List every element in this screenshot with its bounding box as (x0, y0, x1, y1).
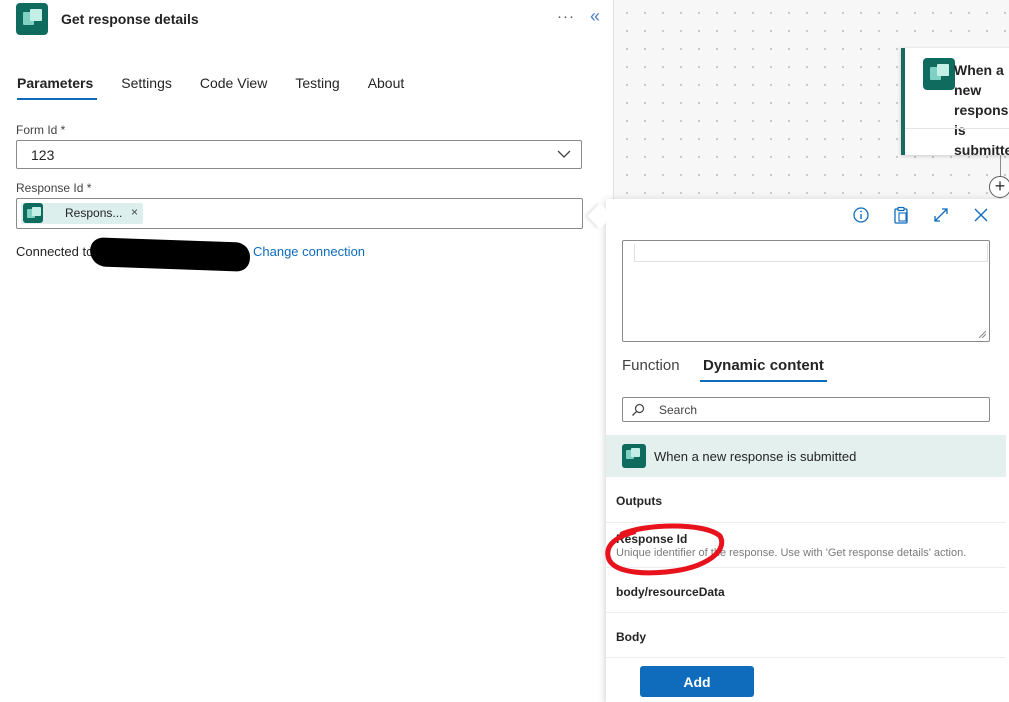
dynamic-item-response-id[interactable]: Response Id Unique identifier of the res… (606, 523, 1006, 568)
item-description: Unique identifier of the response. Use w… (616, 547, 967, 559)
search-placeholder: Search (659, 403, 698, 417)
forms-app-icon (23, 203, 43, 223)
add-button[interactable]: Add (640, 666, 754, 697)
trigger-section-header: When a new response is submitted (606, 435, 1006, 477)
forms-app-icon (16, 3, 48, 35)
response-id-label: Response Id * (16, 181, 92, 195)
dynamic-item-body[interactable]: Body (606, 613, 1006, 658)
item-title: Response Id (616, 532, 688, 546)
item-title: Outputs (616, 494, 662, 508)
tab-function[interactable]: Function (622, 357, 680, 374)
item-title: Body (616, 630, 646, 644)
trigger-card-footer (905, 128, 1009, 129)
expression-input-line (634, 244, 988, 262)
tab-testing[interactable]: Testing (295, 74, 339, 102)
redacted-account-name (89, 237, 251, 272)
forms-app-icon (622, 444, 646, 468)
expand-icon[interactable] (932, 206, 950, 224)
collapse-panel-icon[interactable]: « (590, 6, 600, 27)
flyout-toolbar (606, 199, 1009, 233)
remove-token-icon[interactable]: × (131, 205, 138, 219)
insert-step-button[interactable]: + (989, 176, 1009, 198)
tab-parameters[interactable]: Parameters (17, 74, 98, 102)
response-id-field[interactable]: Respons... × (16, 198, 583, 229)
tab-code-view[interactable]: Code View (200, 74, 267, 102)
form-id-label: Form Id * (16, 123, 66, 137)
trigger-card[interactable]: When a new response is submitted (901, 48, 1009, 158)
trigger-section-title: When a new response is submitted (654, 449, 857, 464)
dynamic-item-outputs[interactable]: Outputs (606, 477, 1006, 523)
tab-dynamic-content[interactable]: Dynamic content (700, 357, 827, 382)
connected-to-label: Connected to (16, 244, 94, 259)
action-details-panel: Get response details ··· « Parameters Se… (0, 0, 614, 702)
response-id-token[interactable]: Respons... × (21, 203, 143, 224)
info-icon[interactable] (852, 206, 870, 224)
form-id-value: 123 (31, 147, 55, 163)
connector-line (1000, 155, 1001, 177)
dynamic-item-resource-data[interactable]: body/resourceData (606, 568, 1006, 613)
change-connection-link[interactable]: Change connection (253, 244, 365, 259)
tab-settings[interactable]: Settings (121, 74, 172, 102)
resize-grip-icon[interactable] (978, 330, 986, 338)
tab-about[interactable]: About (368, 74, 405, 102)
dynamic-content-flyout: Function Dynamic content Search When a n… (606, 199, 1009, 702)
action-title: Get response details (61, 11, 199, 27)
form-id-dropdown[interactable]: 123 (16, 140, 582, 169)
more-options-icon[interactable]: ··· (557, 8, 575, 25)
forms-app-icon (923, 58, 955, 90)
token-label: Respons... (65, 206, 123, 220)
close-icon[interactable] (972, 206, 990, 224)
search-icon (632, 403, 645, 416)
item-title: body/resourceData (616, 585, 725, 599)
trigger-card-title: When a new response is submitted (954, 62, 1009, 158)
expression-editor[interactable] (622, 240, 990, 342)
chevron-down-icon (557, 150, 571, 158)
tab-bar: Parameters Settings Code View Testing Ab… (17, 74, 432, 102)
paste-icon[interactable] (892, 206, 910, 224)
search-input[interactable]: Search (622, 397, 990, 422)
